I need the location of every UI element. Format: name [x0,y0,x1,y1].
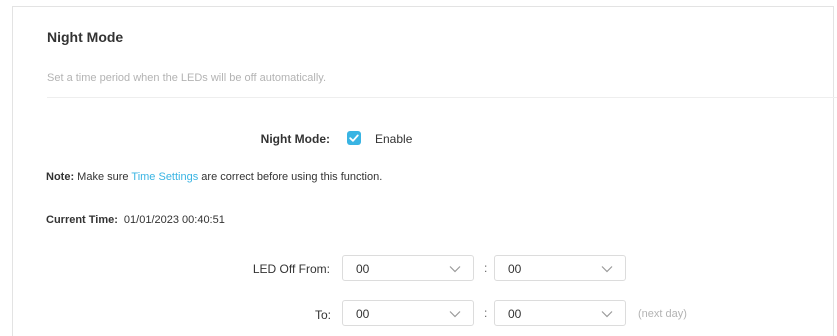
led-off-to-hour-select[interactable]: 00 [342,300,474,326]
led-off-from-label: LED Off From: [252,262,330,276]
note-text-after: are correct before using this function. [198,171,383,183]
led-off-to-minute-value: 00 [508,307,522,321]
current-time-label: Current Time: [46,214,118,226]
led-off-from-minute-value: 00 [508,262,522,276]
checkmark-icon [349,134,359,142]
note-prefix: Note: [46,171,75,183]
led-off-from-minute-select[interactable]: 00 [494,255,626,281]
section-subtitle: Set a time period when the LEDs will be … [47,72,327,84]
note-text-before: Make sure [74,171,132,183]
led-off-from-hour-select[interactable]: 00 [342,255,474,281]
led-off-to-minute-select[interactable]: 00 [494,300,626,326]
chevron-down-icon [601,311,613,318]
led-off-from-separator: : [484,261,488,275]
led-off-to-hour-value: 00 [356,307,370,321]
night-mode-label: Night Mode: [260,132,330,146]
note-text: Note: Make sure Time Settings are correc… [46,171,382,183]
current-time-value: 01/01/2023 00:40:51 [123,214,225,226]
chevron-down-icon [449,311,461,318]
section-title: Night Mode [47,29,124,45]
led-off-from-hour-value: 00 [356,262,370,276]
current-time-row: Current Time: 01/01/2023 00:40:51 [46,214,225,226]
led-off-to-separator: : [484,306,488,320]
led-off-to-label: To: [314,308,331,322]
enable-label[interactable]: Enable [375,132,412,146]
divider [47,97,837,98]
night-mode-enable-checkbox[interactable] [347,131,361,145]
chevron-down-icon [601,266,613,273]
time-settings-link[interactable]: Time Settings [131,171,198,183]
next-day-hint: (next day) [638,308,687,320]
chevron-down-icon [449,266,461,273]
